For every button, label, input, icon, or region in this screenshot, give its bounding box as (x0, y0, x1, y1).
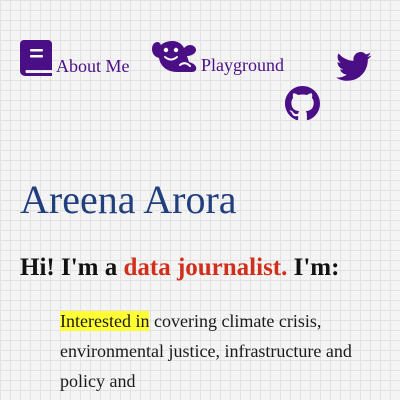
page-title: Areena Arora (20, 177, 237, 222)
otter-icon (152, 41, 197, 73)
nav-github-link[interactable] (285, 86, 320, 121)
nav-about-me-link[interactable]: About Me (20, 40, 130, 76)
nav-playground-link[interactable]: Playground (152, 41, 284, 75)
intro-prefix: Hi! I'm a (20, 254, 118, 281)
nav-about-me-label: About Me (56, 56, 130, 76)
intro-role: data journalist. (123, 254, 288, 281)
book-icon (20, 40, 52, 76)
interest-paragraph: Interested in covering climate crisis, e… (60, 306, 360, 396)
nav-twitter-link[interactable] (336, 52, 372, 82)
github-icon (285, 86, 320, 121)
nav-playground-label: Playground (201, 55, 284, 75)
twitter-icon (336, 52, 372, 82)
intro-heading: Hi! I'm a data journalist. I'm: (20, 252, 339, 284)
intro-suffix: I'm: (293, 254, 340, 281)
interest-highlight: Interested in (60, 311, 150, 331)
